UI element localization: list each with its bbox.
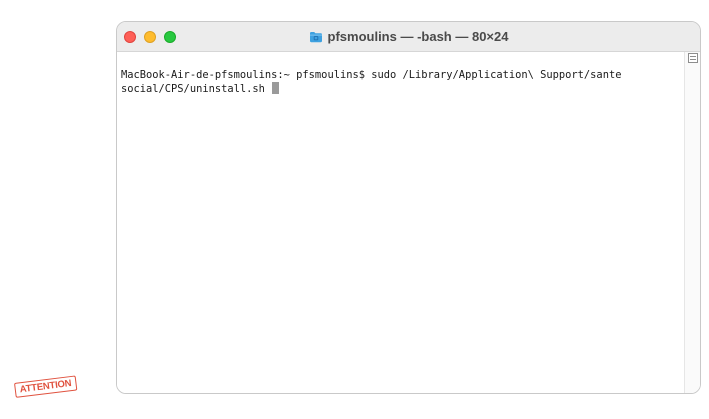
title-bar[interactable]: pfsmoulins — -bash — 80×24	[117, 22, 700, 52]
window-title-text: pfsmoulins — -bash — 80×24	[327, 29, 509, 44]
terminal-content[interactable]: MacBook-Air-de-pfsmoulins:~ pfsmoulins$ …	[117, 52, 700, 393]
terminal-line-1: MacBook-Air-de-pfsmoulins:~ pfsmoulins$ …	[121, 69, 622, 81]
text-cursor	[272, 82, 280, 94]
terminal-line-2: social/CPS/uninstall.sh	[121, 83, 272, 95]
terminal-window: pfsmoulins — -bash — 80×24 MacBook-Air-d…	[116, 21, 701, 394]
window-title: pfsmoulins — -bash — 80×24	[117, 22, 700, 51]
scrollbar[interactable]	[684, 52, 700, 393]
attention-stamp: ATTENTION	[14, 375, 78, 398]
folder-icon	[309, 31, 322, 42]
split-pane-button[interactable]	[688, 53, 698, 63]
terminal-output[interactable]: MacBook-Air-de-pfsmoulins:~ pfsmoulins$ …	[121, 68, 621, 96]
